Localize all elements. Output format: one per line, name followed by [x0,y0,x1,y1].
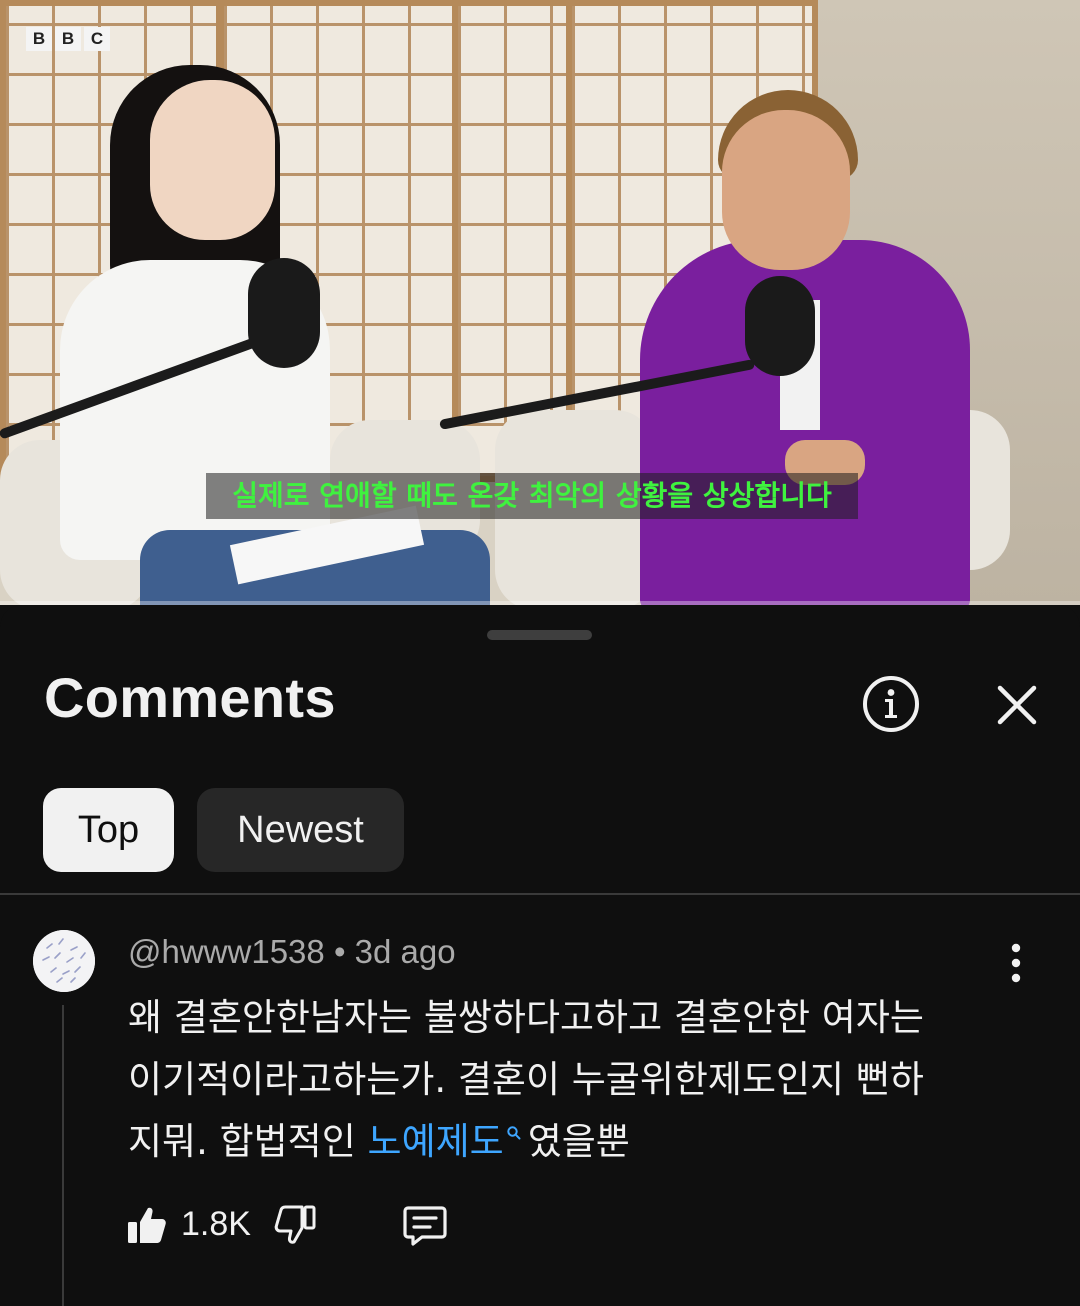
guest-face [722,110,850,270]
dislike-button[interactable] [273,1203,317,1247]
host-face [150,80,275,240]
comment-line-part: 지뭐. 합법적인 [128,1120,368,1163]
sort-chip-newest[interactable]: Newest [197,788,404,872]
comments-sheet: Comments Top Newest @hwww1538 • 3d ago 왜… [0,605,1080,1306]
bbc-logo: B B C [26,27,110,51]
comment-line: 지뭐. 합법적인 노예제도 였을뿐 [128,1111,1008,1173]
comment-meta: @hwww1538 • 3d ago [128,933,456,971]
video-subtitle: 실제로 연애할 때도 온갖 최악의 상황을 상상합니다 [206,473,858,519]
reply-button[interactable] [402,1203,448,1247]
logo-letter: B [55,27,81,51]
comment-author[interactable]: @hwww1538 [128,933,325,970]
comment-text: 왜 결혼안한남자는 불쌍하다고하고 결혼안한 여자는 이기적이라고하는가. 결혼… [128,987,1008,1173]
like-button[interactable] [125,1203,169,1247]
logo-letter: C [84,27,110,51]
drag-handle[interactable] [487,630,592,640]
thumbs-up-icon [128,1207,166,1243]
sort-chip-top[interactable]: Top [43,788,174,872]
comment-line-part: 였을뿐 [527,1120,630,1163]
logo-letter: B [26,27,52,51]
thread-line [62,1005,64,1306]
divider [0,893,1080,895]
more-options-button[interactable] [1000,940,1032,986]
comment-line: 이기적이라고하는가. 결혼이 누굴위한제도인지 뻔하 [128,1058,924,1101]
reply-icon [403,1206,447,1246]
comment-line: 왜 결혼안한남자는 불쌍하다고하고 결혼안한 여자는 [128,996,924,1039]
info-icon [863,676,919,732]
comments-title: Comments [44,666,336,729]
meta-separator: • [333,933,346,970]
search-link[interactable]: 노예제도 [368,1120,528,1163]
search-link-text[interactable]: 노예제도 [368,1120,504,1163]
microphone [745,276,815,376]
close-button[interactable] [992,680,1042,730]
close-icon [997,685,1037,725]
comment-time: 3d ago [354,933,456,970]
avatar-pattern-icon [33,930,95,992]
more-vert-icon [1011,943,1021,983]
like-count: 1.8K [181,1205,251,1243]
thumbs-down-icon [274,1205,316,1244]
search-icon [507,1125,521,1140]
video-player[interactable]: B B C 실제로 연애할 때도 온갖 최악의 상황을 상상합니다 [0,0,1080,605]
avatar[interactable] [33,930,95,992]
microphone [248,258,320,368]
info-button[interactable] [862,675,920,733]
